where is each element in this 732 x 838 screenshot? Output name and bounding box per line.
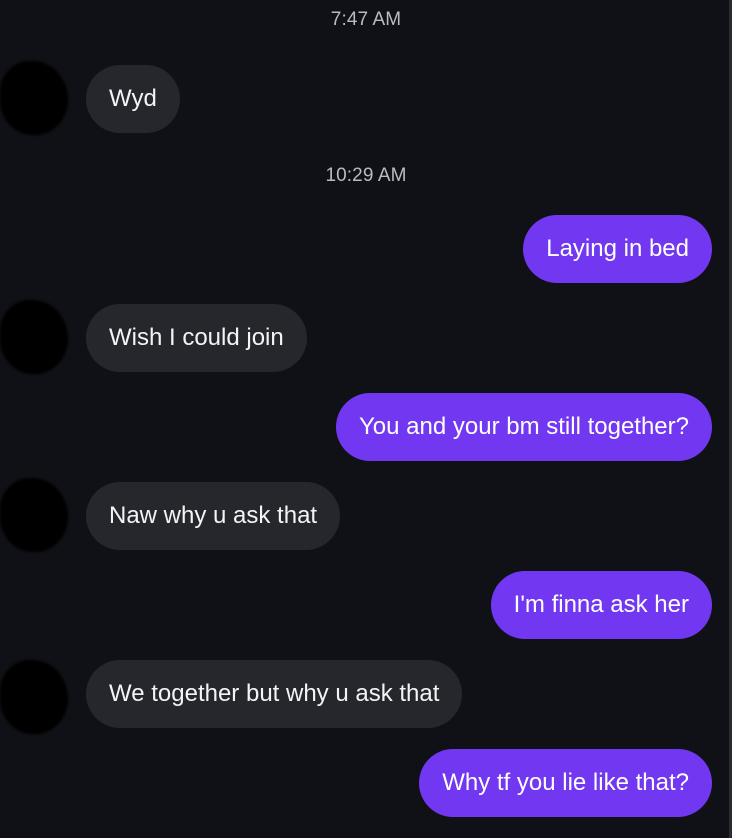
incoming-message-bubble[interactable]: Naw why u ask that (86, 482, 341, 550)
contact-avatar[interactable] (0, 61, 68, 135)
contact-avatar[interactable] (0, 478, 68, 552)
outgoing-message-bubble[interactable]: You and your bm still together? (336, 393, 712, 461)
timestamp: 7:47 AM (330, 9, 402, 30)
outgoing-message-bubble[interactable]: Laying in bed (523, 215, 712, 283)
contact-avatar[interactable] (0, 300, 68, 374)
incoming-message-bubble[interactable]: Wyd (86, 65, 180, 133)
message-thread[interactable]: 7:47 AM Wyd 10:29 AM Laying in bed Wish … (0, 0, 732, 838)
contact-avatar[interactable] (0, 660, 68, 734)
outgoing-message-bubble[interactable]: I'm finna ask her (490, 571, 712, 639)
incoming-message-bubble[interactable]: Wish I could join (86, 304, 307, 372)
timestamp: 10:29 AM (325, 165, 407, 186)
incoming-message-bubble[interactable]: We together but why u ask that (86, 660, 463, 728)
outgoing-message-bubble[interactable]: Why tf you lie like that? (419, 749, 712, 817)
